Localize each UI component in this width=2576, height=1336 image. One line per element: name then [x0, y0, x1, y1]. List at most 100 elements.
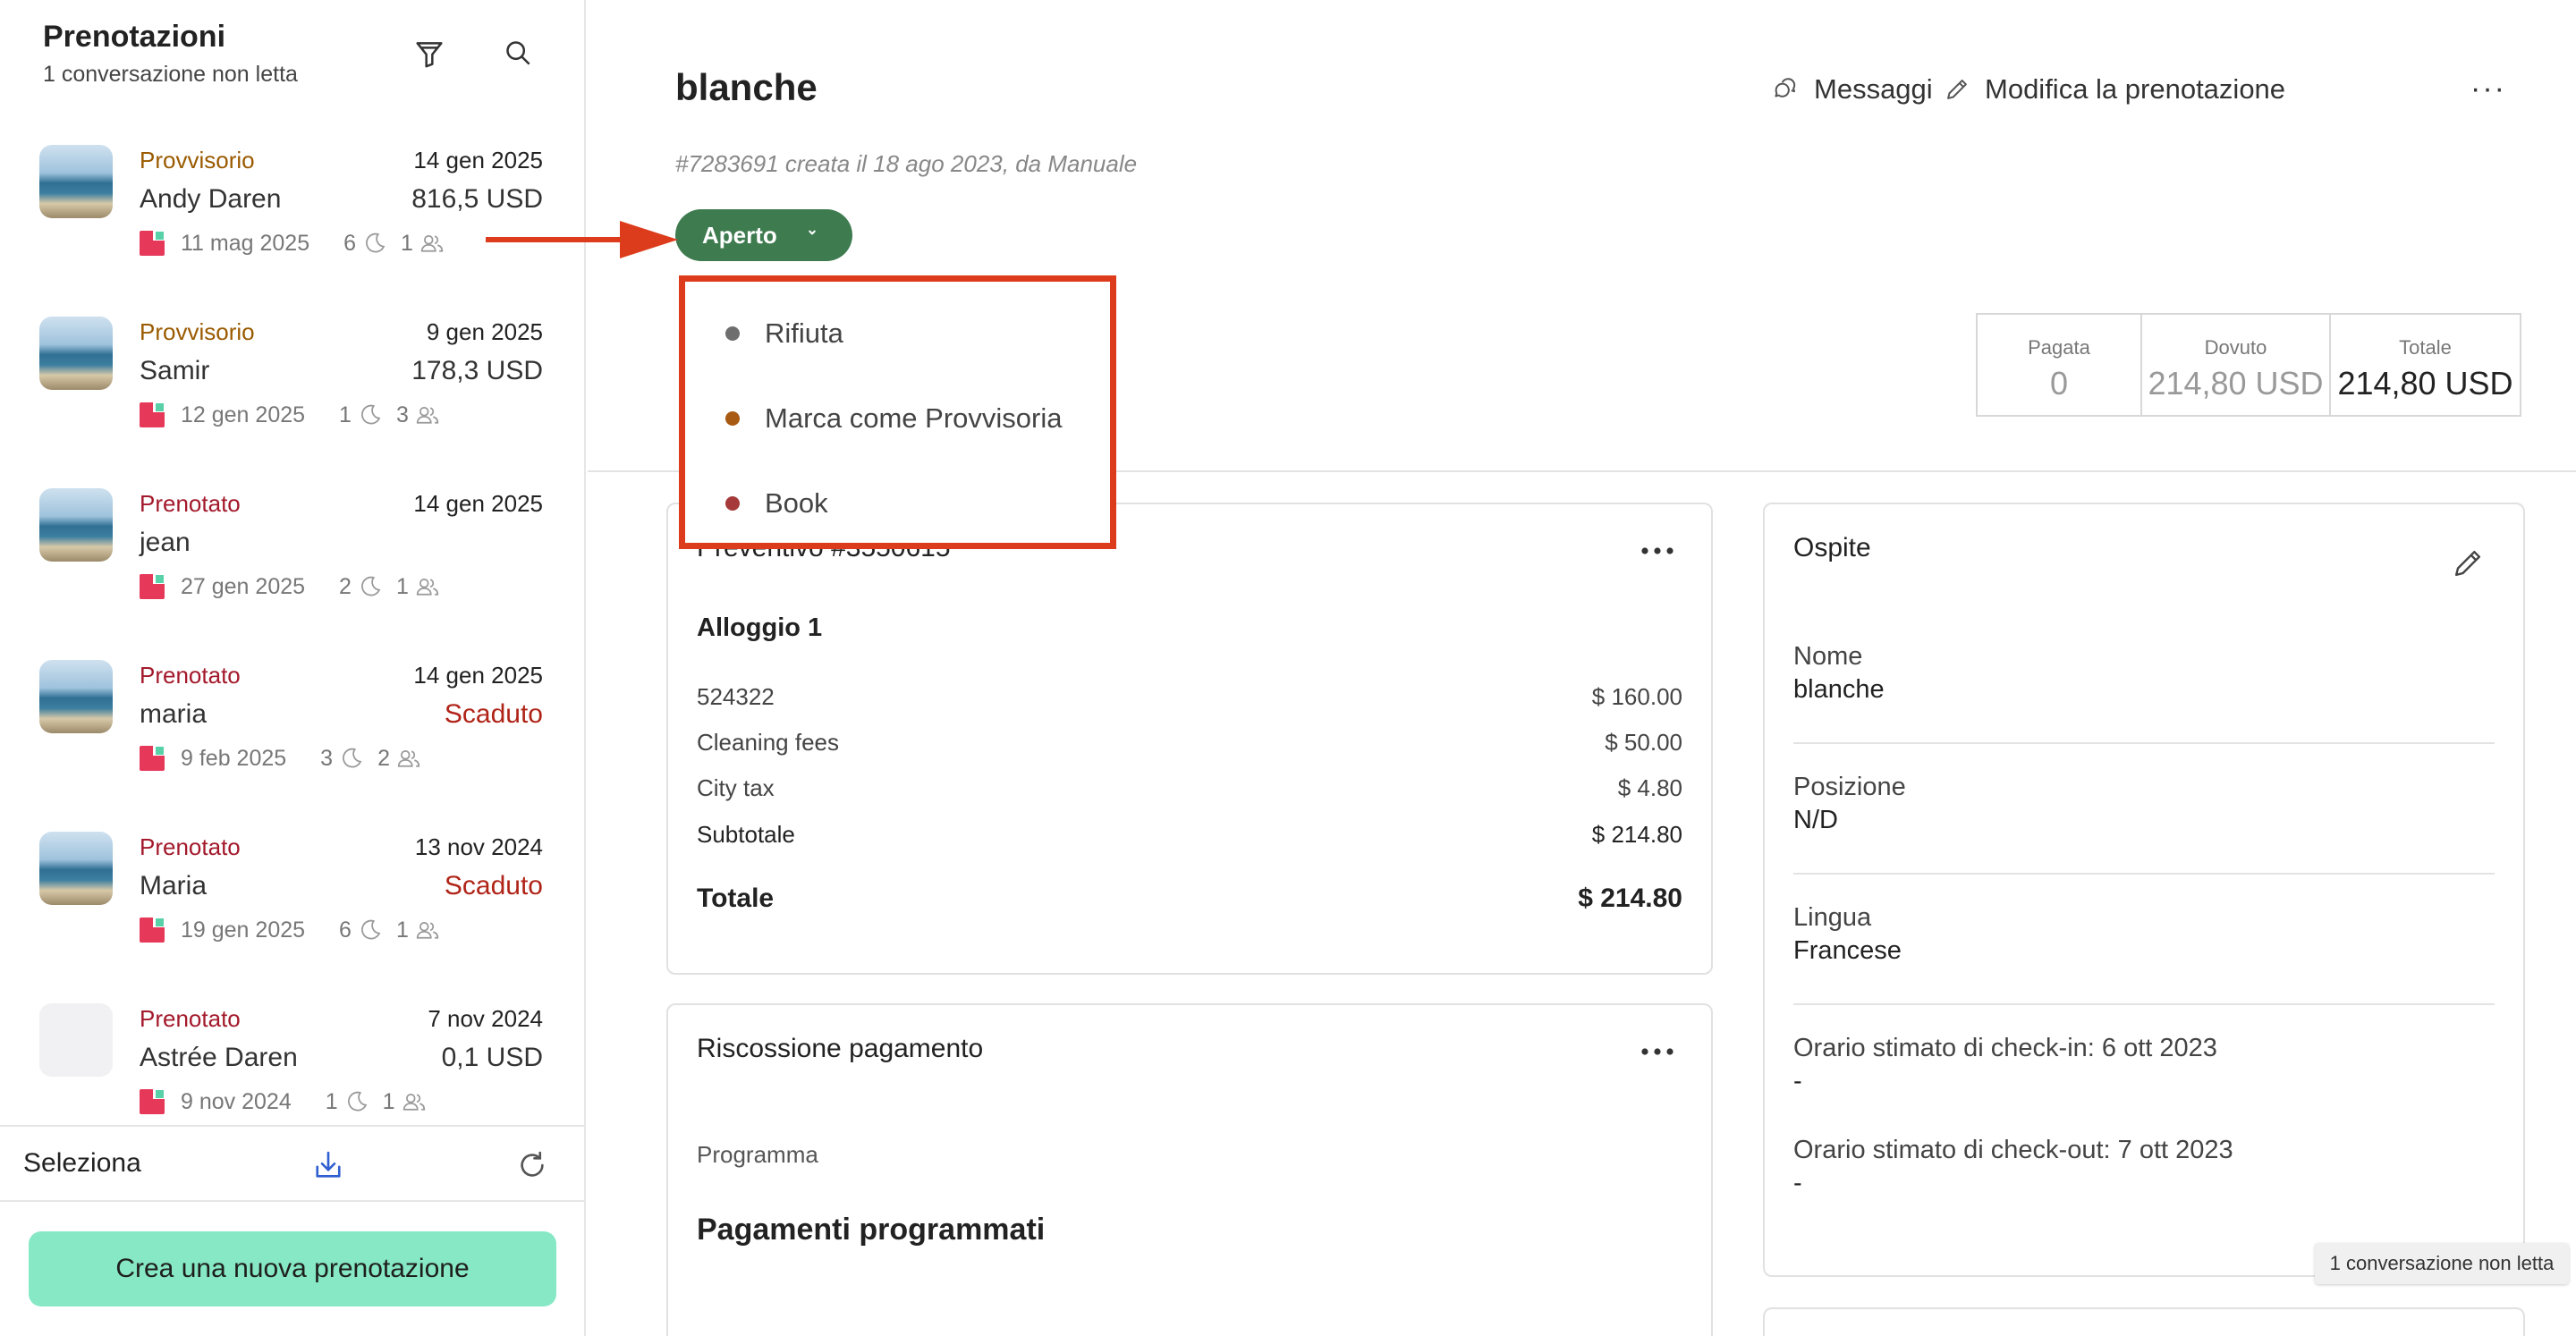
booking-list-item[interactable]: Prenotato 7 nov 2024 Astrée Daren 0,1 USD 9 …	[0, 993, 584, 1122]
status-option-label: Marca come Provvisoria	[765, 402, 1063, 434]
field-value: -	[1793, 1067, 1802, 1095]
booking-meta: 27 gen 2025 2 1	[140, 571, 441, 603]
more-dots-icon[interactable]	[1640, 542, 1675, 560]
pencil-icon[interactable]	[2448, 544, 2487, 583]
field-label: Nome	[1793, 642, 1863, 671]
channel-icon	[140, 746, 165, 771]
booking-date: 14 gen 2025	[413, 147, 543, 173]
field-label: Orario stimato di check-out: 7 ott 2023	[1793, 1136, 2233, 1164]
status-option-reject[interactable]: Rifiuta	[725, 316, 843, 351]
moon-icon	[343, 1088, 370, 1115]
more-dots-icon[interactable]: ···	[2470, 72, 2506, 106]
booking-list-item[interactable]: Prenotato 14 gen 2025 maria Scaduto 9 feb 20…	[0, 649, 584, 821]
channel-icon	[140, 231, 165, 256]
search-icon[interactable]	[501, 36, 537, 72]
booking-date: 9 gen 2025	[426, 318, 543, 345]
chevron-down-icon	[809, 230, 816, 235]
due-label: Dovuto	[2204, 336, 2267, 359]
quote-line-value: $ 160.00	[1591, 683, 1682, 710]
people-icon	[395, 745, 422, 772]
status-dot	[725, 326, 740, 341]
unread-tooltip: 1 conversazione non letta	[2315, 1243, 2569, 1284]
status-dot	[725, 496, 740, 511]
status-dropdown-menu: Rifiuta Marca come Provvisoria Book	[679, 275, 1116, 549]
channel-icon	[140, 917, 165, 943]
quote-total-value: $ 214.80	[1578, 884, 1682, 913]
sidebar-title: Prenotazioni	[43, 20, 226, 54]
booking-list-item[interactable]: Provvisorio 9 gen 2025 Samir 178,3 USD 12 ge…	[0, 306, 584, 478]
booking-date: 13 nov 2024	[414, 833, 543, 860]
nights-count: 3	[320, 745, 334, 771]
quote-subtotal: Subtotale $ 214.80	[697, 821, 1682, 853]
booking-amount: 816,5 USD	[411, 184, 543, 214]
status-dropdown-button[interactable]: Aperto	[675, 209, 852, 261]
filter-icon[interactable]	[411, 36, 447, 72]
guest-card: Ospite Nome blanche Posizione N/D Lingua…	[1763, 503, 2525, 1277]
messages-button[interactable]: Messaggi	[1771, 73, 1933, 106]
create-booking-button[interactable]: Crea una nuova prenotazione	[29, 1231, 556, 1306]
sidebar-footer: Seleziona	[0, 1125, 584, 1202]
page-title: blanche	[675, 66, 818, 108]
accommodation-title: Alloggio 1	[697, 613, 823, 642]
people-icon	[414, 402, 441, 428]
moon-icon	[338, 745, 365, 772]
pencil-icon	[1947, 80, 1967, 99]
guests-count: 1	[401, 230, 413, 256]
nights-count: 2	[339, 573, 352, 599]
guest-name: maria	[140, 699, 208, 729]
status-label: Aperto	[702, 221, 777, 249]
annotation-arrow	[486, 221, 678, 258]
payment-totals: Pagata 0 Dovuto 214,80 USD Totale 214,80…	[1976, 313, 2521, 417]
field-value: -	[1793, 1169, 1802, 1197]
moon-icon	[357, 573, 384, 600]
nights-count: 1	[339, 402, 352, 427]
more-dots-icon[interactable]	[1640, 1043, 1675, 1061]
quote-total-label: Totale	[697, 884, 775, 913]
total-cell: Totale 214,80 USD	[2331, 315, 2520, 415]
status-option-provisional[interactable]: Marca come Provvisoria	[725, 401, 1062, 436]
extra-card	[1763, 1307, 2525, 1336]
booking-amount: 0,1 USD	[441, 1043, 543, 1072]
booking-status: Provvisorio	[140, 147, 255, 173]
booking-meta: 12 gen 2025 1 3	[140, 399, 441, 431]
sidebar-header: Prenotazioni 1 conversazione non letta	[43, 20, 298, 88]
guests-count: 2	[377, 745, 390, 771]
booking-meta: 9 feb 2025 3 2	[140, 742, 422, 774]
guests-count: 3	[395, 402, 409, 427]
paid-cell: Pagata 0	[1978, 315, 2142, 415]
chat-icon	[1775, 78, 1796, 97]
quote-line-label: 524322	[697, 683, 775, 710]
due-cell: Dovuto 214,80 USD	[2142, 315, 2331, 415]
download-icon[interactable]	[309, 1146, 347, 1184]
subtotal-value: $ 214.80	[1591, 821, 1682, 848]
total-value: 214,80 USD	[2337, 365, 2513, 402]
booking-list-item[interactable]: Prenotato 14 gen 2025 jean 27 gen 2025 2 1	[0, 478, 584, 649]
booking-list-item[interactable]: Prenotato 13 nov 2024 Maria Scaduto 19 gen 2…	[0, 821, 584, 993]
edit-booking-button[interactable]: Modifica la prenotazione	[1942, 73, 2285, 106]
messages-label: Messaggi	[1814, 73, 1933, 105]
people-icon	[419, 230, 445, 257]
guest-name: Andy Daren	[140, 184, 282, 214]
guest-language-field: Lingua Francese	[1793, 903, 2495, 966]
channel-icon	[140, 1089, 165, 1114]
select-label[interactable]: Seleziona	[23, 1148, 141, 1179]
status-option-label: Rifiuta	[765, 317, 843, 349]
status-option-book[interactable]: Book	[725, 486, 828, 521]
field-value: blanche	[1793, 675, 1885, 704]
moon-icon	[361, 230, 388, 257]
status-option-label: Book	[765, 487, 828, 519]
guests-count: 1	[382, 1088, 395, 1114]
refresh-icon[interactable]	[513, 1146, 551, 1184]
channel-icon	[140, 402, 165, 427]
property-thumbnail	[39, 1003, 113, 1077]
field-value: N/D	[1793, 806, 1838, 834]
checkout-field: Orario stimato di check-out: 7 ott 2023 …	[1793, 1136, 2495, 1198]
booking-meta: 9 nov 2024 1 1	[140, 1086, 428, 1118]
quote-line-value: $ 50.00	[1605, 729, 1682, 756]
subtotal-label: Subtotale	[697, 821, 795, 848]
program-label: Programma	[697, 1141, 818, 1168]
property-thumbnail	[39, 317, 113, 390]
nights-count: 1	[325, 1088, 338, 1114]
quote-line: Cleaning fees $ 50.00	[697, 729, 1682, 761]
guest-position-field: Posizione N/D	[1793, 773, 2495, 835]
